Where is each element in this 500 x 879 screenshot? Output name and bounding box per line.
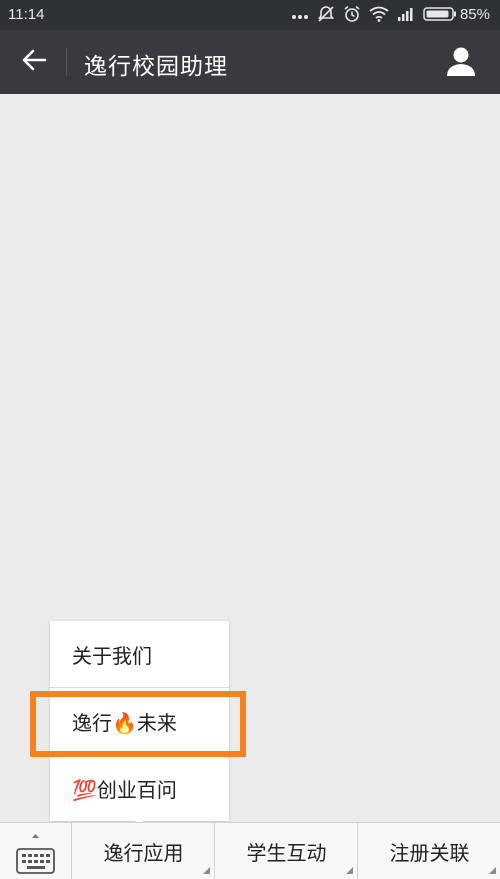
signal-icon <box>397 6 415 22</box>
submenu-item-future[interactable]: 逸行🔥未来 <box>50 688 229 754</box>
back-arrow-icon <box>21 48 47 76</box>
header-divider <box>66 48 67 76</box>
submenu-item-label: 关于我们 <box>72 643 152 668</box>
battery-icon <box>423 6 457 22</box>
battery-indicator: 85% <box>423 6 490 23</box>
submenu-corner-icon <box>346 867 353 874</box>
menu-item-apps[interactable]: 逸行应用 <box>71 823 215 879</box>
menu-item-label: 逸行应用 <box>103 841 184 865</box>
person-icon <box>444 47 478 82</box>
submenu-corner-icon <box>203 867 210 874</box>
submenu-item-label: 💯创业百问 <box>72 777 177 802</box>
submenu-item-startup-qa[interactable]: 💯创业百问 <box>50 755 229 821</box>
keyboard-toggle-button[interactable] <box>0 823 71 879</box>
menu-item-register[interactable]: 注册关联 <box>357 823 500 879</box>
wifi-icon <box>369 6 389 22</box>
profile-button[interactable] <box>444 44 478 78</box>
submenu-corner-icon <box>489 867 496 874</box>
bottom-menu-bar: 逸行应用 学生互动 注册关联 <box>0 822 500 879</box>
submenu-item-about-us[interactable]: 关于我们 <box>50 621 229 687</box>
more-dots-icon <box>291 5 309 23</box>
menu-item-label: 学生互动 <box>246 841 327 865</box>
back-button[interactable] <box>14 46 54 78</box>
status-icons: 85% <box>291 5 490 23</box>
status-bar: 11:14 85% <box>0 0 500 30</box>
page-title: 逸行校园助理 <box>84 54 228 80</box>
chat-header: 逸行校园助理 <box>0 30 500 94</box>
silent-icon <box>317 5 335 23</box>
submenu-item-label: 逸行🔥未来 <box>72 710 177 735</box>
status-time: 11:14 <box>8 6 45 23</box>
battery-percent: 85% <box>459 5 490 23</box>
submenu-popup: 关于我们 逸行🔥未来 💯创业百问 <box>50 621 229 821</box>
menu-item-interaction[interactable]: 学生互动 <box>214 823 358 879</box>
menu-item-label: 注册关联 <box>389 841 470 865</box>
wechat-chat-screen: 11:14 85% 逸行校园助理 关于我们 逸行🔥未来 💯创业百问 逸行应用 学… <box>0 0 500 879</box>
keyboard-icon <box>0 834 71 879</box>
alarm-icon <box>343 5 361 23</box>
